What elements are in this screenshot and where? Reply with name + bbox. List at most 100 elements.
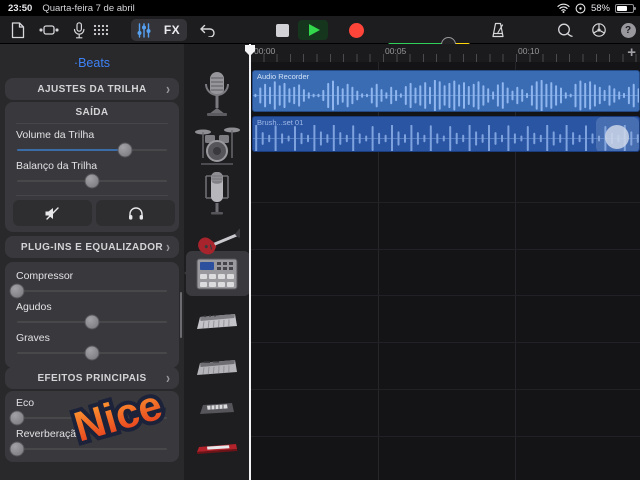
mute-button[interactable] (13, 200, 92, 226)
instrument-drum-kit[interactable] (184, 120, 250, 168)
mute-speaker-icon (44, 206, 62, 221)
plugins-eq-button[interactable]: PLUG-INS E EQUALIZADOR › (5, 236, 179, 258)
settings-gear-icon[interactable] (590, 16, 608, 44)
treble-label: Agudos (16, 301, 52, 313)
record-icon (349, 23, 364, 38)
reverb-label: Reverberação (16, 428, 82, 440)
volume-slider-knob[interactable] (118, 143, 133, 158)
time-ruler[interactable]: 00:00 00:05 00:10 + (250, 44, 640, 62)
bass-label: Graves (16, 332, 50, 344)
stop-button[interactable] (275, 16, 289, 44)
ruler-label-1: 00:05 (385, 46, 406, 56)
ruler-label-0: 00:00 (254, 46, 275, 56)
status-bar: 23:50 Quarta-feira 7 de abril 58% (0, 0, 640, 16)
reverb-slider-knob[interactable] (10, 442, 25, 457)
eq-card: Compressor Agudos Graves (5, 262, 179, 368)
playhead-line[interactable] (249, 44, 251, 480)
divider (16, 123, 168, 124)
ruler-ticks (250, 54, 640, 62)
apps-grid-icon[interactable] (91, 16, 111, 44)
chevron-right-icon: › (166, 369, 170, 387)
grid-line-horizontal (250, 342, 640, 343)
region-brush-set[interactable]: Brush...set 01 (252, 116, 640, 152)
volume-label: Volume da Trilha (16, 129, 94, 141)
sidebar-scrollbar[interactable] (180, 292, 182, 338)
play-icon (309, 24, 320, 36)
instrument-condenser-mic[interactable] (184, 170, 250, 216)
region-name: Brush...set 01 (257, 118, 303, 127)
wifi-icon (557, 3, 570, 13)
instrument-vintage-mic[interactable] (184, 70, 250, 120)
headphones-icon (128, 206, 144, 220)
touch-indicator (605, 125, 629, 149)
track-controls-panel: ·Beats AJUSTES DA TRILHA › SAÍDA Volume … (0, 44, 184, 480)
plugins-eq-label: PLUG-INS E EQUALIZADOR (21, 242, 163, 253)
instrument-drum-machine[interactable] (184, 254, 250, 294)
echo-slider[interactable] (5, 410, 179, 426)
timeline-area[interactable]: 00:00 00:05 00:10 + Audio Recorder Brush… (250, 44, 640, 480)
grid-line-horizontal (250, 389, 640, 390)
help-button[interactable]: ? (620, 16, 636, 44)
mic-input-icon[interactable] (70, 16, 88, 44)
grid-line-horizontal (250, 295, 640, 296)
divider (16, 195, 168, 196)
instrument-synth-keyboard-2[interactable] (184, 346, 250, 388)
treble-slider[interactable] (5, 314, 179, 330)
balance-label: Balanço da Trilha (16, 160, 97, 172)
region-name: Audio Recorder (257, 72, 309, 81)
track-controls-icon[interactable] (131, 16, 157, 44)
compressor-slider-knob[interactable] (10, 284, 25, 299)
echo-slider-knob[interactable] (10, 411, 25, 426)
metronome-icon[interactable] (489, 16, 507, 44)
bass-slider[interactable] (5, 345, 179, 361)
instrument-synth-keyboard[interactable] (184, 300, 250, 342)
track-title[interactable]: ·Beats (0, 56, 184, 70)
grid-line-horizontal (250, 249, 640, 250)
view-switch-icon[interactable] (38, 16, 60, 44)
battery-icon (615, 4, 634, 13)
balance-slider-knob[interactable] (85, 174, 100, 189)
effects-card: Eco Reverberação (5, 391, 179, 462)
track-settings-button[interactable]: AJUSTES DA TRILHA › (5, 78, 179, 100)
status-date: Quarta-feira 7 de abril (42, 3, 134, 14)
playhead-marker[interactable] (244, 44, 256, 57)
chevron-right-icon: › (166, 238, 170, 256)
compressor-slider[interactable] (5, 283, 179, 299)
documents-icon[interactable] (8, 16, 28, 44)
help-icon: ? (621, 23, 636, 38)
output-section-header: SAÍDA (75, 107, 108, 118)
chevron-right-icon: › (166, 80, 170, 98)
monitor-button[interactable] (96, 200, 175, 226)
ruler-label-2: 00:10 (518, 46, 539, 56)
instrument-rail (184, 44, 250, 480)
instrument-red-keyboard[interactable] (184, 432, 250, 466)
waveform-brush-set (253, 125, 640, 152)
grid-line-horizontal (250, 436, 640, 437)
undo-icon[interactable] (196, 16, 218, 44)
fx-button[interactable]: FX (157, 16, 187, 44)
grid-line-horizontal (250, 202, 640, 203)
bass-slider-knob[interactable] (85, 346, 100, 361)
fx-button-label: FX (164, 23, 180, 37)
add-region-button[interactable]: + (627, 44, 636, 61)
output-card: SAÍDA Volume da Trilha Balanço da Trilha (5, 102, 179, 232)
instrument-mini-keyboard[interactable] (184, 390, 250, 428)
master-effects-button[interactable]: EFEITOS PRINCIPAIS › (5, 367, 179, 389)
compressor-label: Compressor (16, 270, 73, 282)
play-button[interactable] (298, 20, 328, 40)
echo-label: Eco (16, 397, 34, 409)
treble-slider-knob[interactable] (85, 315, 100, 330)
reverb-slider[interactable] (5, 441, 179, 457)
battery-percent: 58% (591, 3, 610, 14)
clock-time: 23:50 (8, 3, 32, 14)
region-audio-recorder[interactable]: Audio Recorder (252, 70, 640, 112)
loop-browser-icon[interactable] (554, 16, 574, 44)
record-button[interactable] (348, 16, 364, 44)
volume-slider[interactable] (5, 142, 179, 158)
garageband-app: 23:50 Quarta-feira 7 de abril 58% (0, 0, 640, 480)
master-effects-label: EFEITOS PRINCIPAIS (37, 373, 146, 384)
balance-slider[interactable] (5, 173, 179, 189)
waveform-audio-recorder (253, 80, 640, 111)
track-settings-label: AJUSTES DA TRILHA (37, 84, 146, 95)
main-toolbar: FX ? (0, 16, 640, 44)
